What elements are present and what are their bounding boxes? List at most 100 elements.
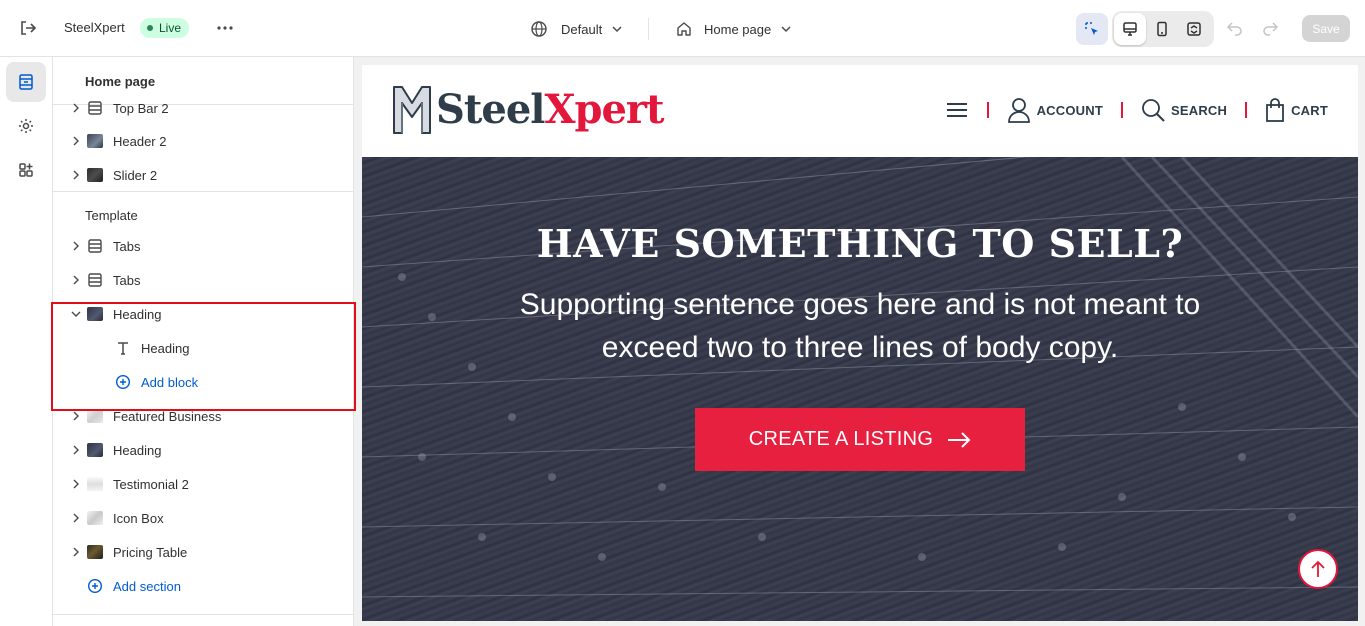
section-row[interactable]: Tabs [53,263,353,297]
search-label: SEARCH [1170,102,1228,118]
section-row-expanded[interactable]: Heading [53,297,353,331]
block-label: Heading [141,341,190,356]
inspector-icon [1085,22,1098,35]
nav-separator [986,102,989,118]
page-selector[interactable]: Home page [675,18,793,40]
add-section-label: Add section [113,579,181,594]
chevron-down-icon [612,26,622,33]
thumbnail-icon [87,476,103,492]
site-logo[interactable]: SteelXpert [392,80,664,140]
divider [648,18,649,40]
bag-icon [1266,98,1284,122]
section-row[interactable]: Header 2 [53,124,353,158]
chevron-down-icon[interactable] [70,308,82,320]
search-icon [1142,99,1165,122]
nav-separator [1245,102,1248,118]
sections-sidebar: Home page Top Bar 2 Header 2 Slider 2 Te… [53,57,354,626]
home-icon [677,22,691,36]
more-icon[interactable] [214,17,236,39]
block-row[interactable]: Heading [53,331,353,365]
arrow-up-icon [1311,560,1325,577]
chevron-right-icon[interactable] [70,478,82,490]
section-label: Slider 2 [113,168,158,183]
section-row[interactable]: Heading [53,433,353,467]
exit-icon[interactable] [17,17,39,39]
thumbnail-icon [87,442,103,458]
chevron-right-icon[interactable] [70,512,82,524]
cart-label: CART [1291,102,1328,118]
scroll-to-top-button[interactable] [1298,549,1338,589]
create-listing-button[interactable]: CREATE A LISTING [695,408,1025,471]
section-label: Tabs [113,239,141,254]
theme-label: Default [561,21,603,37]
globe-icon [531,21,547,37]
live-dot-icon [147,25,153,31]
section-row[interactable]: Icon Box [53,501,353,535]
section-label: Featured Business [113,409,222,424]
storefront-preview: SteelXpert ACCOUNT SEARCH CART HAVE SOME… [362,65,1358,621]
apps-button[interactable] [6,150,46,190]
thumbnail-icon [87,510,103,526]
chevron-right-icon[interactable] [70,410,82,422]
section-label: Heading [113,443,162,458]
plus-circle-icon [115,374,131,390]
fullwidth-button[interactable] [1178,13,1210,45]
redo-icon[interactable] [1260,18,1280,38]
section-label: Heading [113,307,162,322]
thumbnail-icon [87,167,103,183]
thumbnail-icon [87,408,103,424]
save-button[interactable]: Save [1302,15,1350,42]
sections-icon [19,74,33,90]
account-link[interactable]: ACCOUNT [1007,97,1103,123]
section-row[interactable]: Tabs [53,229,353,263]
section-row[interactable]: Top Bar 2 [53,91,353,125]
mobile-button[interactable] [1146,13,1178,45]
text-icon [118,342,128,355]
add-section-button[interactable]: Add section [53,569,353,603]
section-row[interactable]: Featured Business [53,399,353,433]
divider [53,614,353,615]
site-header: SteelXpert ACCOUNT SEARCH CART [362,65,1358,157]
chevron-right-icon[interactable] [70,169,82,181]
add-block-label: Add block [141,375,199,390]
logo-mark-icon [393,86,431,134]
page-label: Home page [704,21,772,37]
account-label: ACCOUNT [1036,102,1103,118]
search-link[interactable]: SEARCH [1141,98,1227,122]
settings-button[interactable] [6,106,46,146]
chevron-right-icon[interactable] [70,546,82,558]
desktop-button[interactable] [1114,13,1146,45]
section-label: Testimonial 2 [113,477,189,492]
chevron-right-icon[interactable] [70,135,82,147]
chevron-right-icon[interactable] [70,274,82,286]
chevron-right-icon[interactable] [70,240,82,252]
section-row[interactable]: Testimonial 2 [53,467,353,501]
undo-icon[interactable] [1225,18,1245,38]
fullwidth-icon [1187,22,1201,36]
sections-button[interactable] [6,62,46,102]
hero-subtitle: Supporting sentence goes here and is not… [519,288,1201,364]
logo-text-accent: Xpert [544,86,664,133]
mobile-icon [1157,21,1167,37]
left-rail [0,57,53,626]
cart-link[interactable]: CART [1265,98,1328,122]
thumbnail-icon [87,133,103,149]
section-icon [88,101,102,115]
editor-topbar: SteelXpert Live Default Home page Save [0,0,1365,57]
status-badge: Live [140,18,190,38]
template-heading: Template [85,208,138,223]
menu-icon[interactable] [945,101,969,119]
inspector-button[interactable] [1076,13,1108,45]
section-row[interactable]: Slider 2 [53,158,353,192]
section-row[interactable]: Pricing Table [53,535,353,569]
add-block-button[interactable]: Add block [53,365,353,399]
nav-separator [1120,102,1123,118]
theme-selector[interactable]: Default [530,18,624,40]
chevron-right-icon[interactable] [70,444,82,456]
thumbnail-icon [87,306,103,322]
section-label: Tabs [113,273,141,288]
logo-text: SteelXpert [436,80,664,140]
chevron-right-icon[interactable] [70,102,82,114]
device-toggle [1112,11,1214,47]
arrow-right-icon [948,431,971,448]
